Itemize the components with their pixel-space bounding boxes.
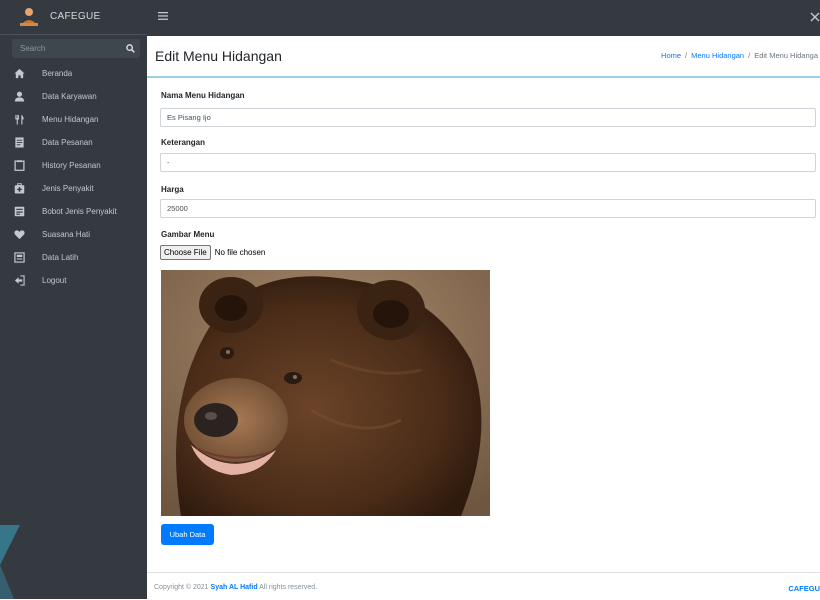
copyright-prefix: Copyright © 2021 bbox=[154, 584, 209, 591]
sidebar-item-label: Suasana Hati bbox=[42, 230, 91, 239]
sidebar-item-label: Menu Hidangan bbox=[42, 115, 99, 124]
file-upload: Choose File No file chosen bbox=[160, 245, 265, 260]
sidebar-item-menu-hidangan[interactable]: Menu Hidangan bbox=[0, 108, 147, 131]
sidebar-item-label: Logout bbox=[42, 276, 67, 285]
price-label: Harga bbox=[161, 185, 184, 194]
sidebar-item-logout[interactable]: Logout bbox=[0, 269, 147, 292]
database-icon bbox=[14, 252, 25, 263]
sidebar-item-label: Beranda bbox=[42, 69, 73, 78]
footer: Copyright © 2021 Syah AL Hafid All right… bbox=[147, 572, 820, 600]
author-link[interactable]: Syah AL Hafid bbox=[211, 584, 258, 591]
sidebar-item-data-latih[interactable]: Data Latih bbox=[0, 246, 147, 269]
sidebar-item-label: Data Karyawan bbox=[42, 92, 97, 101]
breadcrumb-separator: / bbox=[685, 51, 688, 60]
breadcrumb: Home / Menu Hidangan / Edit Menu Hidanga bbox=[661, 51, 818, 60]
breadcrumb-menu-hidangan-link[interactable]: Menu Hidangan bbox=[691, 51, 744, 60]
breadcrumb-current: Edit Menu Hidanga bbox=[754, 51, 818, 60]
search-button[interactable] bbox=[120, 39, 140, 58]
submit-button[interactable]: Ubah Data bbox=[161, 524, 214, 545]
copyright-suffix: All rights reserved. bbox=[259, 584, 318, 591]
brand-link[interactable]: CAFEGUE bbox=[0, 0, 147, 35]
bear-photo bbox=[161, 270, 490, 516]
image-label: Gambar Menu bbox=[161, 230, 215, 239]
sidebar-item-data-pesanan[interactable]: Data Pesanan bbox=[0, 131, 147, 154]
heart-icon bbox=[14, 230, 25, 240]
brand-text: CAFEGUE bbox=[50, 11, 101, 22]
header-divider bbox=[147, 76, 820, 78]
logout-icon bbox=[14, 275, 25, 286]
receipt-icon bbox=[15, 137, 24, 148]
sidebar: CAFEGUE Beranda Data Karyawan bbox=[0, 0, 147, 599]
brand-logo-icon bbox=[20, 8, 38, 26]
sidebar-item-beranda[interactable]: Beranda bbox=[0, 62, 147, 85]
page-title: Edit Menu Hidangan bbox=[155, 48, 282, 64]
sidebar-item-label: History Pesanan bbox=[42, 161, 101, 170]
top-navbar bbox=[147, 0, 820, 36]
price-input[interactable] bbox=[160, 199, 816, 218]
sidebar-item-bobot-jenis-penyakit[interactable]: Bobot Jenis Penyakit bbox=[0, 200, 147, 223]
fullscreen-icon[interactable] bbox=[810, 12, 820, 22]
sidebar-item-label: Data Latih bbox=[42, 253, 79, 262]
description-input[interactable] bbox=[160, 153, 816, 172]
menu-image-preview bbox=[161, 270, 490, 516]
sidebar-item-label: Bobot Jenis Penyakit bbox=[42, 207, 117, 216]
utensils-icon bbox=[15, 114, 24, 125]
sidebar-item-label: Jenis Penyakit bbox=[42, 184, 94, 193]
sidebar-item-jenis-penyakit[interactable]: Jenis Penyakit bbox=[0, 177, 147, 200]
hamburger-menu-icon[interactable] bbox=[157, 9, 171, 23]
choose-file-button[interactable]: Choose File bbox=[160, 245, 211, 260]
description-label: Keterangan bbox=[161, 138, 206, 147]
breadcrumb-separator: / bbox=[748, 51, 751, 60]
footer-brand: CAFEGU bbox=[788, 584, 820, 593]
name-label: Nama Menu Hidangan bbox=[161, 91, 245, 100]
calculator-icon bbox=[14, 206, 25, 217]
sidebar-item-suasana-hati[interactable]: Suasana Hati bbox=[0, 223, 147, 246]
menu-name-input[interactable] bbox=[160, 108, 816, 127]
decorative-stripe bbox=[0, 525, 20, 599]
content-header: Edit Menu Hidangan Home / Menu Hidangan / Ed… bbox=[147, 36, 820, 78]
sidebar-nav: Beranda Data Karyawan Menu Hidangan Data… bbox=[0, 62, 147, 292]
search-input[interactable] bbox=[12, 39, 120, 58]
home-icon bbox=[14, 68, 25, 79]
sidebar-search bbox=[12, 39, 140, 58]
clipboard-icon bbox=[14, 160, 25, 171]
medkit-icon bbox=[14, 183, 25, 194]
user-icon bbox=[14, 91, 25, 102]
sidebar-item-history-pesanan[interactable]: History Pesanan bbox=[0, 154, 147, 177]
sidebar-item-label: Data Pesanan bbox=[42, 138, 93, 147]
breadcrumb-home-link[interactable]: Home bbox=[661, 51, 681, 60]
sidebar-item-data-karyawan[interactable]: Data Karyawan bbox=[0, 85, 147, 108]
copyright-text: Copyright © 2021 Syah AL Hafid All right… bbox=[154, 584, 317, 591]
search-icon bbox=[125, 44, 135, 53]
file-status: No file chosen bbox=[214, 248, 266, 257]
